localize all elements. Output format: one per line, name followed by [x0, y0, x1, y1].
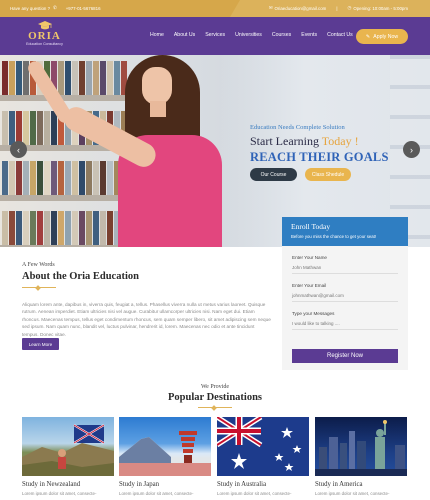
- brand-tagline: Education Consultancy: [26, 42, 63, 46]
- separator: |: [336, 5, 338, 11]
- hero-heading-line1: Start Learning Today !: [250, 134, 389, 149]
- hero-text: Education Needs Complete Solution Start …: [250, 124, 389, 165]
- top-bar-contact: Have any question ? ✆ +977-01-5676816: [10, 5, 101, 11]
- card-text: Lorem ipsum dolor sit amet, consecte-: [315, 491, 390, 496]
- email-field: Enter Your Email johnmathwan@gmail.com: [292, 283, 398, 302]
- nav-item-courses[interactable]: Courses: [272, 32, 291, 38]
- clock-icon: ◷: [347, 5, 352, 10]
- mail-icon: ✉: [268, 5, 273, 10]
- destinations-divider: [198, 407, 232, 408]
- card-text: Lorem ipsum dolor sit amet, consecte-: [217, 491, 292, 496]
- destination-card-australia[interactable]: Study in Australia Lorem ipsum dolor sit…: [217, 417, 309, 500]
- phone-number[interactable]: +977-01-5676816: [66, 6, 101, 11]
- enroll-subtitle: Before you miss the chance to get your s…: [291, 234, 377, 239]
- destinations-kicker: We Provide: [200, 384, 229, 390]
- email-input[interactable]: johnmathwan@gmail.com: [292, 293, 398, 302]
- card-title: Study in Newzealand: [22, 481, 81, 488]
- brand-logo[interactable]: ORIA Education Consultancy: [22, 21, 67, 47]
- message-field-label: Type your Messages: [292, 311, 335, 316]
- nav-item-home[interactable]: Home: [150, 32, 164, 38]
- hero-heading-highlight: Today !: [321, 134, 359, 148]
- chevron-left-icon: ‹: [17, 144, 20, 155]
- name-input[interactable]: John Mathwan: [292, 265, 398, 274]
- apply-now-label: Apply Now: [373, 33, 399, 40]
- newzealand-image: [22, 417, 114, 476]
- enroll-header: Enroll Today Before you miss the chance …: [282, 217, 408, 246]
- question-text: Have any question ?: [10, 5, 51, 11]
- email-field-label: Enter Your Email: [292, 283, 327, 288]
- name-field-label: Enter Your Name: [292, 255, 327, 260]
- learn-more-button[interactable]: Learn More: [22, 338, 59, 350]
- student-face: [142, 67, 172, 105]
- nav-item-services[interactable]: Services: [205, 32, 225, 38]
- destination-card-newzealand[interactable]: Study in Newzealand Lorem ipsum dolor si…: [22, 417, 114, 500]
- japan-image: [119, 417, 211, 476]
- about-section: A Few Words About the Oria Education Ali…: [22, 262, 272, 338]
- pencil-icon: ✎: [365, 33, 371, 40]
- card-text: Lorem ipsum dolor sit amet, consecte-: [119, 491, 194, 496]
- hero-eyebrow: Education Needs Complete Solution: [250, 124, 345, 131]
- student-neck: [150, 101, 166, 117]
- enroll-form: Enroll Today Before you miss the chance …: [282, 217, 408, 370]
- phone-icon: ✆: [53, 5, 57, 10]
- hero-buttons: Our Course Class Shedule: [250, 168, 351, 181]
- opening-text: Opening: 10:00am - 5:00pm: [353, 5, 408, 11]
- our-course-button[interactable]: Our Course: [250, 168, 297, 181]
- class-schedule-button[interactable]: Class Shedule: [305, 168, 351, 181]
- destination-card-america[interactable]: Study in America Lorem ipsum dolor sit a…: [315, 417, 407, 500]
- opening-info: ◷ Opening: 10:00am - 5:00pm: [347, 5, 408, 11]
- nav-item-contact-us[interactable]: Contact Us: [327, 32, 353, 38]
- message-input[interactable]: I would like to talking ....: [292, 321, 398, 330]
- apply-now-button[interactable]: ✎ Apply Now: [356, 29, 408, 44]
- main-navbar: ORIA Education Consultancy Home About Us…: [0, 17, 430, 55]
- card-text: Lorem ipsum dolor sit amet, consecte-: [22, 491, 97, 496]
- top-bar-info: ✉ Oriaeducation@gmail.com | ◷ Opening: 1…: [269, 5, 408, 11]
- email-text: Oriaeducation@gmail.com: [274, 5, 327, 11]
- chevron-right-icon: ›: [410, 144, 413, 155]
- about-title: About the Oria Education: [22, 271, 139, 282]
- america-image: [315, 417, 407, 476]
- card-title: Study in America: [315, 481, 363, 488]
- nav-menu: Home About Us Services Universities Cour…: [150, 32, 353, 38]
- name-field: Enter Your Name John Mathwan: [292, 255, 398, 274]
- bookshelf: [0, 95, 140, 101]
- brand-name: ORIA: [28, 30, 61, 42]
- books-row: [0, 61, 140, 95]
- hero-heading-prefix: Start Learning: [250, 134, 322, 148]
- top-bar: Have any question ? ✆ +977-01-5676816 ✉ …: [0, 0, 430, 17]
- card-title: Study in Australia: [217, 481, 267, 488]
- enroll-title: Enroll Today: [291, 222, 331, 231]
- australia-image: [217, 417, 309, 476]
- destination-card-japan[interactable]: Study in Japan Lorem ipsum dolor sit ame…: [119, 417, 211, 500]
- slider-prev-button[interactable]: ‹: [10, 141, 27, 158]
- slider-next-button[interactable]: ›: [403, 141, 420, 158]
- register-now-button[interactable]: Register Now: [292, 349, 398, 363]
- about-text: Aliquam lorem ante, dapibus in, viverra …: [22, 302, 271, 337]
- nav-item-events[interactable]: Events: [301, 32, 317, 38]
- about-divider: [22, 287, 56, 288]
- card-title: Study in Japan: [119, 481, 160, 488]
- message-field: Type your Messages I would like to talki…: [292, 311, 398, 330]
- hero-heading-line2: REACH THEIR GOALS: [250, 150, 389, 164]
- email-info[interactable]: ✉ Oriaeducation@gmail.com: [269, 5, 327, 11]
- nav-item-about-us[interactable]: About Us: [174, 32, 195, 38]
- about-kicker: A Few Words: [22, 262, 55, 268]
- nav-item-universities[interactable]: Universities: [235, 32, 262, 38]
- destinations-title: Popular Destinations: [167, 392, 263, 403]
